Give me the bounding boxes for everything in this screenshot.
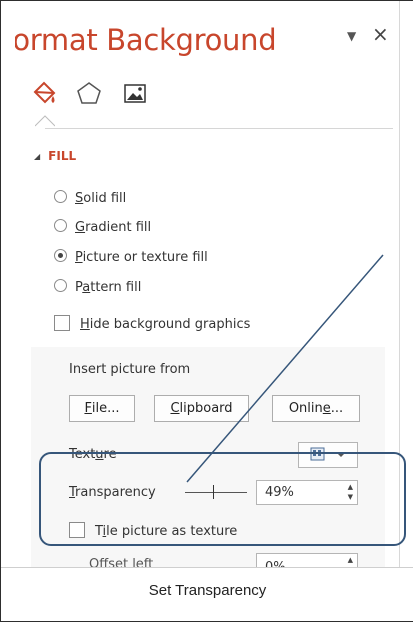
callout-arrow	[186, 254, 384, 483]
screenshot-frame: Format Background ▼ × ◢ FILL Solid fill G…	[0, 0, 413, 622]
caption-text: Set Transparency	[148, 582, 267, 599]
caption-bar: Set Transparency	[1, 567, 413, 621]
